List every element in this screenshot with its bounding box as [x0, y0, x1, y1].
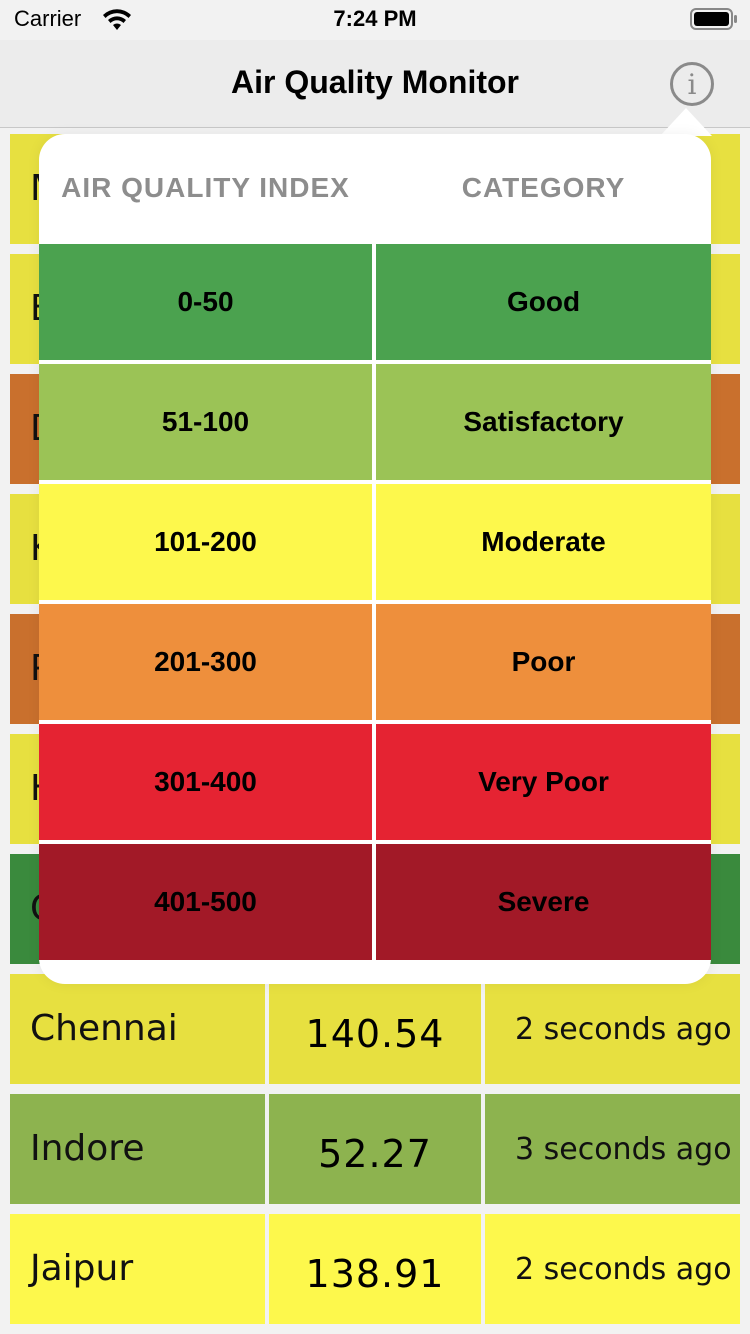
legend-range-text: 401-500: [154, 886, 257, 917]
updated-cell: 2 seconds ago: [485, 974, 740, 1084]
aqi-cell-text: 140.54: [305, 1012, 445, 1056]
legend-row-poor: 201-300 Poor: [39, 604, 711, 720]
legend-category-cell: Very Poor: [376, 724, 711, 840]
legend-category-cell: Good: [376, 244, 711, 360]
legend-range-cell: 0-50: [39, 244, 372, 360]
info-icon[interactable]: i: [670, 62, 714, 106]
header-category: CATEGORY: [461, 172, 626, 203]
aqi-cell: 138.91: [269, 1214, 481, 1324]
legend-range-text: 0-50: [177, 286, 234, 317]
legend-range-text: 51-100: [161, 406, 250, 437]
legend-row-satisfactory: 51-100 Satisfactory: [39, 364, 711, 480]
aqi-legend-popover: AIR QUALITY INDEX CATEGORY 0-50 Good 51-10…: [39, 134, 711, 984]
legend-category-text: Poor: [511, 646, 576, 677]
table-row[interactable]: Jaipur 138.91 2 seconds ago: [0, 1208, 750, 1324]
status-time: 7:24 PM: [333, 6, 417, 31]
legend-row-moderate: 101-200 Moderate: [39, 484, 711, 600]
legend-range-cell: 201-300: [39, 604, 372, 720]
city-cell-text: Jaipur: [30, 1248, 134, 1289]
table-row[interactable]: Indore 52.27 3 seconds ago: [0, 1088, 750, 1204]
legend-range-text: 101-200: [154, 526, 257, 557]
legend-range-cell: 51-100: [39, 364, 372, 480]
city-cell: Indore: [10, 1094, 265, 1204]
updated-cell: 2 seconds ago: [485, 1214, 740, 1324]
aqi-cell-text: 138.91: [305, 1252, 445, 1296]
city-cell-text: Chennai: [30, 1008, 178, 1049]
updated-cell-text: 2 seconds ago: [515, 1012, 732, 1047]
battery-icon: [690, 8, 737, 30]
legend-header: AIR QUALITY INDEX CATEGORY: [39, 134, 711, 244]
header-aqi: AIR QUALITY INDEX: [61, 172, 350, 203]
updated-cell-text: 2 seconds ago: [515, 1252, 732, 1287]
legend-range-text: 301-400: [154, 766, 257, 797]
page-title: Air Quality Monitor: [231, 64, 519, 100]
legend-range-cell: 301-400: [39, 724, 372, 840]
legend-category-cell: Severe: [376, 844, 711, 960]
aqi-cell-text: 52.27: [318, 1132, 432, 1176]
city-cell: Jaipur: [10, 1214, 265, 1324]
legend-category-cell: Moderate: [376, 484, 711, 600]
popover-arrow: [660, 108, 712, 136]
status-bar: Carrier 7:24 PM: [0, 0, 750, 40]
updated-cell: 3 seconds ago: [485, 1094, 740, 1204]
legend-category-cell: Satisfactory: [376, 364, 711, 480]
legend-range-cell: 101-200: [39, 484, 372, 600]
legend-category-text: Severe: [497, 886, 590, 917]
legend-range-cell: 401-500: [39, 844, 372, 960]
legend-category-text: Very Poor: [478, 766, 609, 797]
legend-category-cell: Poor: [376, 604, 711, 720]
legend-row-good: 0-50 Good: [39, 244, 711, 360]
city-cell: Chennai: [10, 974, 265, 1084]
legend-row-severe: 401-500 Severe: [39, 844, 711, 960]
table-row[interactable]: Chennai 140.54 2 seconds ago: [0, 968, 750, 1084]
aqi-cell: 52.27: [269, 1094, 481, 1204]
city-cell-text: Indore: [30, 1128, 145, 1169]
legend-category-text: Good: [506, 286, 581, 317]
legend-range-text: 201-300: [154, 646, 257, 677]
updated-cell-text: 3 seconds ago: [515, 1132, 732, 1167]
legend-category-text: Satisfactory: [463, 406, 624, 437]
info-glyph: i: [687, 68, 697, 101]
aqi-cell: 140.54: [269, 974, 481, 1084]
navigation-bar: Air Quality Monitor i: [0, 40, 750, 128]
legend-category-text: Moderate: [481, 526, 606, 557]
legend-row-very_poor: 301-400 Very Poor: [39, 724, 711, 840]
